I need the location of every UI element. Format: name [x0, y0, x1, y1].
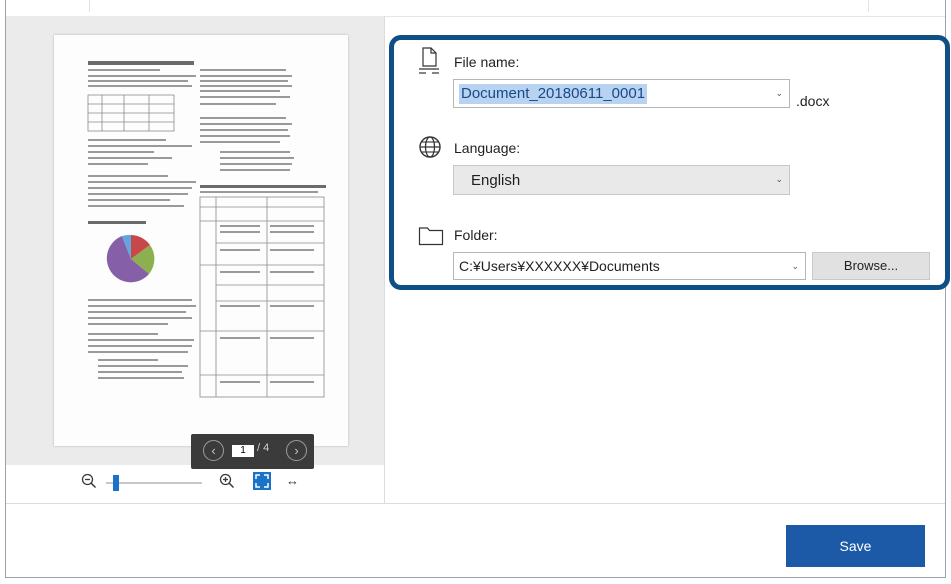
- top-divider-right: [868, 0, 869, 12]
- file-name-label: File name:: [454, 54, 520, 70]
- page-number-input[interactable]: 1: [232, 445, 254, 457]
- language-value: English: [471, 172, 521, 189]
- top-strip: [6, 0, 945, 17]
- folder-label: Folder:: [454, 227, 498, 243]
- document-icon: [418, 46, 440, 79]
- pane-divider: [384, 16, 385, 503]
- top-divider-left: [89, 0, 90, 12]
- previous-page-button[interactable]: ‹: [203, 440, 224, 461]
- chevron-left-icon: ‹: [211, 443, 216, 458]
- fit-page-icon[interactable]: [253, 472, 271, 490]
- zoom-slider-thumb[interactable]: [113, 475, 119, 491]
- browse-button[interactable]: Browse...: [812, 252, 930, 280]
- folder-icon: [418, 226, 444, 251]
- chevron-right-icon: ›: [294, 443, 299, 458]
- zoom-toolbar: ↔: [81, 471, 321, 495]
- file-name-value: Document_20180611_0001: [459, 84, 648, 104]
- next-page-button[interactable]: ›: [286, 440, 307, 461]
- preview-pane: ‹ 1 / 4 ›: [6, 16, 384, 469]
- document-preview-page: ‹ 1 / 4 ›: [54, 35, 348, 469]
- language-select[interactable]: English ⌄: [453, 165, 790, 195]
- folder-value: C:¥Users¥XXXXXX¥Documents: [459, 258, 660, 274]
- page-thumbnail-content: [87, 61, 326, 398]
- zoom-slider-track[interactable]: [106, 482, 202, 484]
- save-button[interactable]: Save: [786, 525, 925, 567]
- fit-width-icon[interactable]: ↔: [286, 473, 299, 488]
- chevron-down-icon[interactable]: ⌄: [775, 174, 783, 185]
- folder-input[interactable]: C:¥Users¥XXXXXX¥Documents ⌄: [453, 252, 806, 280]
- file-name-input[interactable]: Document_20180611_0001 ⌄: [453, 79, 790, 108]
- language-label: Language:: [454, 140, 521, 156]
- zoom-in-icon[interactable]: [219, 473, 235, 494]
- page-total-label: / 4: [257, 442, 270, 454]
- chevron-down-icon[interactable]: ⌄: [775, 88, 783, 99]
- chevron-down-icon[interactable]: ⌄: [791, 261, 799, 272]
- file-extension-label: .docx: [796, 93, 830, 109]
- globe-icon: [418, 135, 442, 164]
- zoom-out-icon[interactable]: [81, 473, 97, 494]
- dialog-frame: ‹ 1 / 4 › ↔ File name: Document_20180611…: [5, 0, 950, 578]
- page-navigator: ‹ 1 / 4 ›: [191, 434, 314, 469]
- save-settings-panel: File name: Document_20180611_0001 ⌄ .doc…: [389, 35, 950, 290]
- footer-divider: [6, 503, 945, 504]
